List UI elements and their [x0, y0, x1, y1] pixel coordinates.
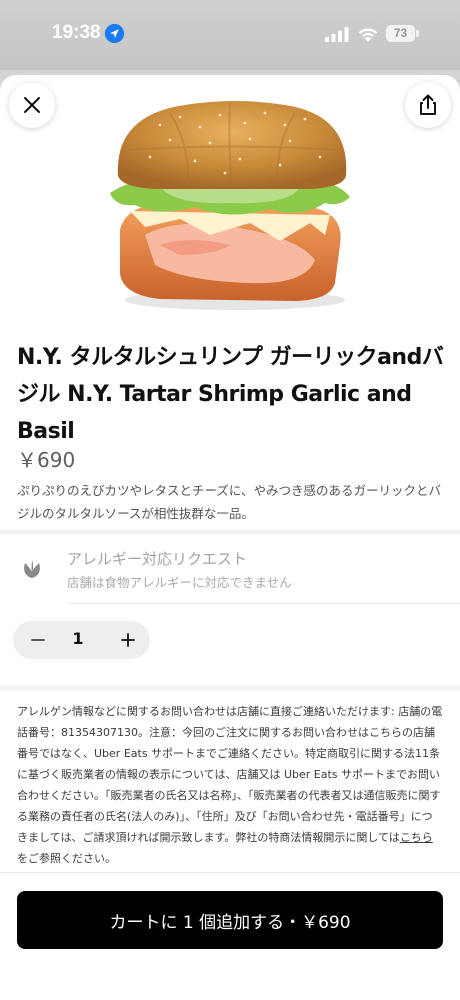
- allergy-divider: [67, 603, 460, 604]
- legal-notice: アレルゲン情報などに関するお問い合わせは店舗に直接ご連絡いただけます: 店舗の電…: [17, 701, 443, 869]
- close-button[interactable]: [9, 82, 55, 128]
- location-arrow-icon: [104, 23, 125, 44]
- item-description: ぷりぷりのえびカツやレタスとチーズに、やみつき感のあるガーリックとバジルのタルタ…: [17, 483, 442, 521]
- decrease-quantity-button[interactable]: [23, 625, 53, 655]
- legal-link[interactable]: こちら: [400, 831, 433, 844]
- item-price: ￥690: [17, 448, 76, 472]
- item-detail-sheet: N.Y. タルタルシュリンプ ガーリックandバジル N.Y. Tartar S…: [0, 75, 460, 1000]
- battery-cap: [416, 30, 419, 37]
- cellular-signal-icon: [325, 27, 349, 42]
- share-button[interactable]: [405, 82, 451, 128]
- allergy-request-title: アレルギー対応リクエスト: [67, 550, 248, 568]
- footer-divider: [0, 872, 460, 873]
- quantity-value: 1: [72, 629, 84, 648]
- share-icon: [420, 94, 436, 115]
- section-divider: [0, 685, 460, 690]
- battery-icon: 73: [386, 25, 419, 42]
- status-bar: 19:38 73: [0, 0, 460, 70]
- close-icon: [24, 97, 40, 113]
- legal-text: アレルゲン情報などに関するお問い合わせは店舗に直接ご連絡いただけます: 店舗の電…: [17, 705, 443, 844]
- add-to-cart-button[interactable]: カートに 1 個追加する・￥690: [17, 891, 443, 949]
- increase-quantity-button[interactable]: [113, 625, 143, 655]
- item-title: N.Y. タルタルシュリンプ ガーリックandバジル N.Y. Tartar S…: [17, 345, 444, 444]
- quantity-stepper: 1: [13, 621, 150, 659]
- allergy-leaf-icon: [24, 560, 40, 578]
- burger-image: [110, 100, 350, 310]
- battery-level: 73: [386, 25, 415, 42]
- plus-icon: [121, 633, 135, 647]
- minus-icon: [31, 639, 45, 641]
- legal-text-end: をご参照ください。: [17, 852, 116, 865]
- allergy-request-subtitle: 店舗は食物アレルギーに対応できません: [67, 575, 292, 590]
- status-time: 19:38: [52, 22, 101, 43]
- section-divider: [0, 530, 460, 534]
- wifi-icon: [358, 28, 378, 42]
